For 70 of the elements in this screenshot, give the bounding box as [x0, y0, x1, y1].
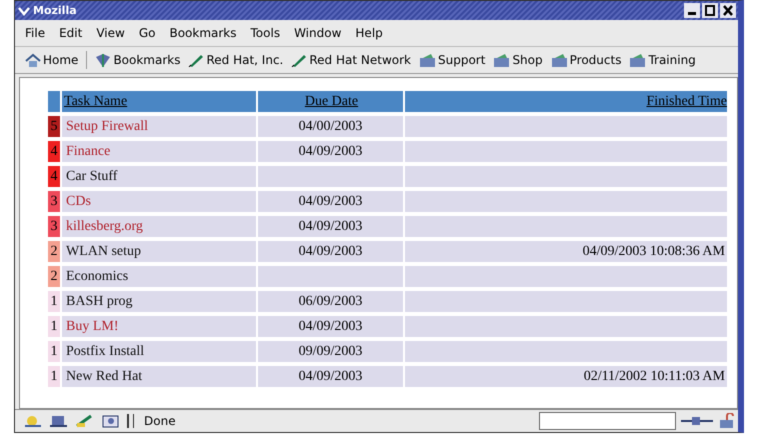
task-name-cell: Setup Firewall: [62, 116, 256, 137]
folder-icon: [419, 53, 436, 67]
bookmark-button[interactable]: Home: [23, 53, 80, 67]
table-cell: 09/09/2003: [258, 341, 403, 362]
close-icon[interactable]: [720, 3, 736, 18]
priority-cell: 2: [48, 266, 60, 287]
bookmark-button[interactable]: Products: [548, 53, 624, 67]
priority-cell: 4: [48, 141, 60, 162]
menu-item[interactable]: View: [96, 26, 125, 40]
folder-icon: [493, 53, 510, 67]
priority-cell: 4: [48, 166, 60, 187]
padlock-icon[interactable]: [718, 413, 736, 429]
table-cell: 04/09/2003: [258, 191, 403, 212]
table-cell: 06/09/2003: [258, 291, 403, 312]
task-name-cell: WLAN setup: [62, 241, 256, 262]
plug-icon[interactable]: [680, 414, 714, 428]
table-cell: 04/09/2003: [258, 241, 403, 262]
table-cell: 02/11/2002 10:11:03 AM: [405, 366, 727, 387]
menu-item[interactable]: File: [25, 26, 46, 40]
bookmark-button[interactable]: Bookmarks: [93, 53, 182, 67]
task-name-cell: Buy LM!: [62, 316, 256, 337]
table-cell: 04/09/2003: [258, 141, 403, 162]
priority-cell: 1: [48, 316, 60, 337]
menu-item[interactable]: Window: [294, 26, 342, 40]
table-cell: 04/09/2003 10:08:36 AM: [405, 241, 727, 262]
priority-cell: 2: [48, 241, 60, 262]
maximize-icon[interactable]: [702, 3, 718, 18]
priority-cell: 5: [48, 116, 60, 137]
priority-cell: 1: [48, 366, 60, 387]
menu-item[interactable]: Bookmarks: [169, 26, 237, 40]
menu-item[interactable]: Edit: [59, 26, 82, 40]
priority-cell: 1: [48, 341, 60, 362]
window-title: Mozilla: [33, 4, 77, 17]
priority-cell: 1: [48, 291, 60, 312]
table-cell: 04/00/2003: [258, 116, 403, 137]
bookmark-button[interactable]: Training: [627, 53, 698, 67]
menu-item[interactable]: Help: [355, 26, 383, 40]
menu-item[interactable]: Go: [138, 26, 156, 40]
bookmarks-icon: [95, 53, 112, 67]
column-header[interactable]: Finished Time: [405, 91, 727, 112]
priority-cell: 3: [48, 191, 60, 212]
bookmark-button[interactable]: Red Hat, Inc.: [186, 53, 286, 67]
task-name-cell: killesberg.org: [62, 216, 256, 237]
table-cell: 04/09/2003: [258, 216, 403, 237]
folder-icon: [550, 53, 568, 67]
folder-icon: [629, 53, 646, 67]
priority-cell: 3: [48, 216, 60, 237]
status-text: Done: [133, 414, 535, 428]
task-name-cell: Postfix Install: [62, 341, 256, 362]
task-name-cell: New Red Hat: [62, 366, 256, 387]
column-header[interactable]: Due Date: [258, 91, 403, 112]
pen-icon: [291, 53, 308, 67]
task-name-cell: CDs: [62, 191, 256, 212]
table-cell: 04/09/2003: [258, 316, 403, 337]
bookmark-button[interactable]: Red Hat Network: [289, 53, 413, 67]
house-icon: [25, 53, 41, 67]
header-cell: [48, 91, 60, 112]
task-name-cell: Car Stuff: [62, 166, 256, 187]
column-header[interactable]: Task Name: [62, 91, 256, 112]
task-name-cell: Finance: [62, 141, 256, 162]
task-name-cell: BASH prog: [62, 291, 256, 312]
task-name-cell: Economics: [62, 266, 256, 287]
pen-icon: [188, 53, 204, 67]
menu-item[interactable]: Tools: [250, 26, 280, 40]
window-menu-icon[interactable]: [17, 4, 31, 16]
minimize-icon[interactable]: [684, 3, 700, 18]
table-cell: 04/09/2003: [258, 366, 403, 387]
address-book-icon[interactable]: [101, 414, 121, 428]
bookmark-button[interactable]: Support: [417, 53, 488, 67]
bookmark-button[interactable]: Shop: [491, 53, 545, 67]
